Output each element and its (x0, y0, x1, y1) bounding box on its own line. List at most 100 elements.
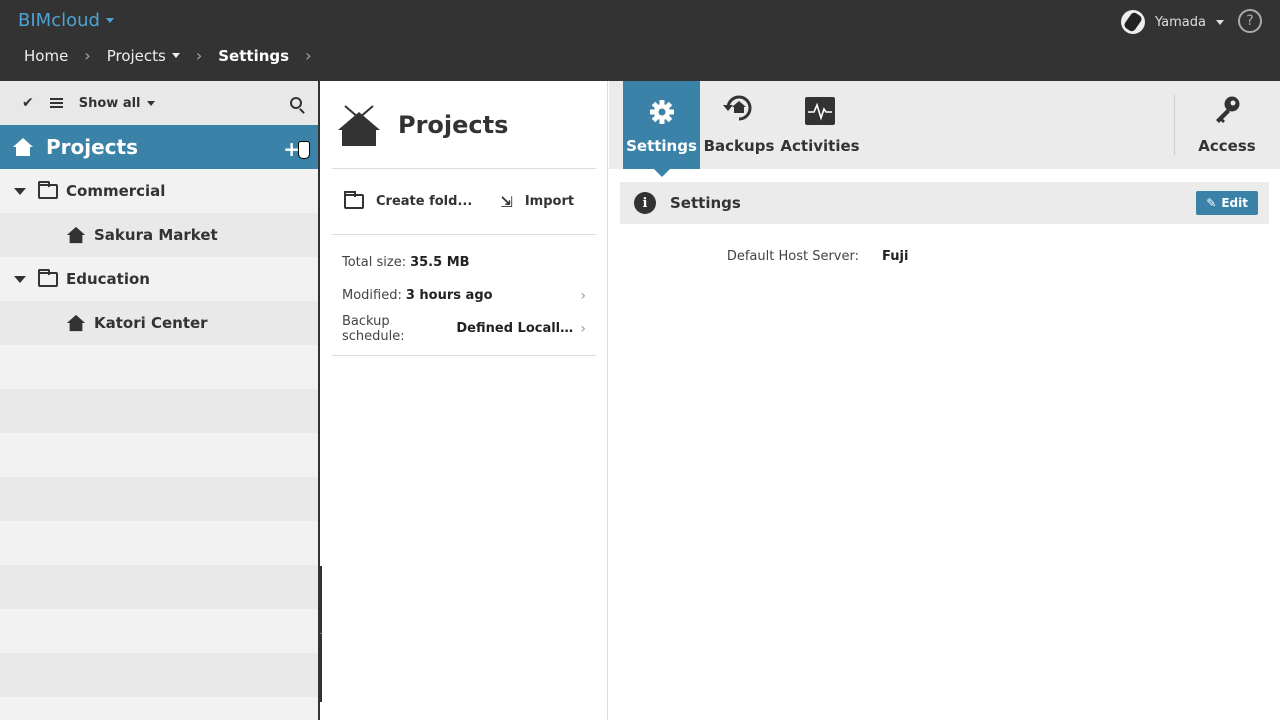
breadcrumb-projects[interactable]: Projects (107, 47, 180, 65)
chevron-right-icon: › (580, 287, 586, 304)
chevron-down-icon (171, 53, 180, 58)
empty-row (0, 477, 318, 521)
folder-icon (344, 191, 364, 209)
info-value: 35.5 MB (410, 255, 470, 270)
help-glyph: ? (1246, 13, 1254, 29)
brand-menu[interactable]: BIMcloud (18, 10, 114, 31)
tab-settings[interactable]: Settings (623, 81, 700, 177)
info-label: Backup schedule: (342, 313, 405, 344)
panel-actions: Create fold... ⇲ Import (332, 169, 596, 235)
info-value: Defined Locally /... (456, 321, 581, 336)
project-info-list: Total size: 35.5 MB Modified: 3 hours ag… (332, 246, 596, 356)
tab-label: Activities (780, 137, 860, 155)
sidebar-toolbar: ✔ Show all (0, 81, 318, 125)
tab-bar: Settings Backups Activities Access (609, 81, 1280, 177)
modified-row[interactable]: Modified: 3 hours ago › (332, 279, 596, 312)
chevron-down-icon (1216, 19, 1224, 25)
empty-row (0, 521, 318, 565)
expand-triangle-icon[interactable] (14, 275, 26, 283)
show-all-filter[interactable]: Show all (79, 96, 155, 111)
house-icon (13, 138, 33, 156)
tree-item-label: Commercial (66, 182, 166, 200)
breadcrumb-separator-icon: › (195, 46, 203, 65)
info-label: Modified: (342, 288, 402, 303)
top-bar: BIMcloud Home › Projects › Settings › Ya… (0, 0, 1280, 81)
empty-row (0, 433, 318, 477)
folder-icon (38, 180, 58, 199)
chevron-down-icon (105, 18, 114, 23)
select-all-icon[interactable]: ✔ (22, 95, 34, 111)
edit-button[interactable]: ✎ Edit (1196, 191, 1258, 215)
import-label: Import (524, 194, 575, 209)
page-title: Projects (398, 110, 509, 139)
tab-label: Backups (703, 137, 775, 155)
house-icon (66, 314, 86, 332)
tab-label: Access (1198, 137, 1256, 155)
breadcrumb-home-label: Home (24, 46, 69, 65)
tree-folder-commercial[interactable]: Commercial (0, 169, 318, 213)
house-icon (66, 226, 86, 244)
search-icon[interactable] (290, 97, 302, 109)
empty-row (0, 697, 318, 720)
breadcrumb-home[interactable]: Home (24, 47, 68, 65)
tree-item-label: Education (66, 270, 150, 288)
info-value: 3 hours ago (405, 288, 493, 303)
tab-backups[interactable]: Backups (703, 81, 775, 169)
breadcrumb-settings[interactable]: Settings (218, 47, 289, 65)
activity-icon (805, 97, 835, 125)
gear-icon (649, 100, 674, 124)
tree-item-label: Katori Center (94, 314, 208, 332)
empty-row (0, 609, 318, 653)
sidebar-item-label: Projects (46, 135, 139, 159)
breadcrumb-separator-icon: › (84, 46, 91, 65)
house-icon (338, 104, 380, 146)
import-icon: ⇲ (500, 192, 513, 211)
settings-section-header: i Settings ✎ Edit (620, 182, 1269, 224)
folder-icon (38, 268, 58, 287)
settings-panel: Settings Backups Activities Access i Set… (609, 81, 1280, 720)
panel-header: Projects (332, 81, 596, 169)
section-title: Settings (670, 194, 741, 212)
create-folder-button[interactable]: Create fold... (332, 191, 473, 209)
empty-row (0, 565, 318, 609)
project-details-panel: Projects Create fold... ⇲ Import Total s… (322, 81, 608, 720)
user-name: Yamada (1155, 14, 1206, 30)
divider (1174, 95, 1175, 155)
breadcrumb-settings-label: Settings (218, 46, 290, 65)
empty-row (0, 345, 318, 389)
sidebar: ✔ Show all Projects + Commercial Sakura … (0, 81, 320, 720)
show-all-label: Show all (78, 95, 141, 111)
total-size-row: Total size: 35.5 MB (332, 246, 596, 279)
import-button[interactable]: ⇲ Import (500, 193, 574, 211)
tab-activities[interactable]: Activities (780, 81, 860, 169)
tab-access[interactable]: Access (1195, 81, 1259, 169)
info-label: Total size: (342, 255, 407, 270)
breadcrumb-separator-icon: › (305, 46, 312, 65)
tree-folder-education[interactable]: Education (0, 257, 318, 301)
tree-item-label: Sakura Market (94, 226, 218, 244)
key-icon (1216, 96, 1240, 123)
chevron-right-icon: › (580, 320, 586, 337)
field-label: Default Host Server: (726, 249, 859, 264)
info-icon: i (634, 192, 656, 214)
pencil-icon: ✎ (1206, 196, 1217, 210)
list-icon[interactable] (49, 98, 63, 108)
breadcrumb-projects-label: Projects (106, 46, 166, 65)
tree-project-katori-center[interactable]: Katori Center (0, 301, 318, 345)
user-menu[interactable]: Yamada (1121, 10, 1224, 34)
tree-project-sakura-market[interactable]: Sakura Market (0, 213, 318, 257)
create-folder-label: Create fold... (376, 194, 473, 209)
expand-triangle-icon[interactable] (14, 187, 26, 195)
edit-label: Edit (1221, 196, 1248, 210)
project-tree: Commercial Sakura Market Education Kator… (0, 169, 318, 720)
backup-schedule-row[interactable]: Backup schedule: Defined Locally /... › (332, 312, 596, 345)
pointer-cursor-icon (298, 141, 310, 159)
brand-label: BIMcloud (18, 10, 100, 31)
empty-row (0, 653, 318, 697)
empty-row (0, 389, 318, 433)
tab-label: Settings (626, 137, 697, 155)
help-icon[interactable]: ? (1238, 9, 1262, 33)
sidebar-item-projects[interactable]: Projects + (0, 125, 318, 169)
field-value: Fuji (882, 249, 909, 264)
breadcrumb: Home › Projects › Settings › (24, 46, 327, 65)
